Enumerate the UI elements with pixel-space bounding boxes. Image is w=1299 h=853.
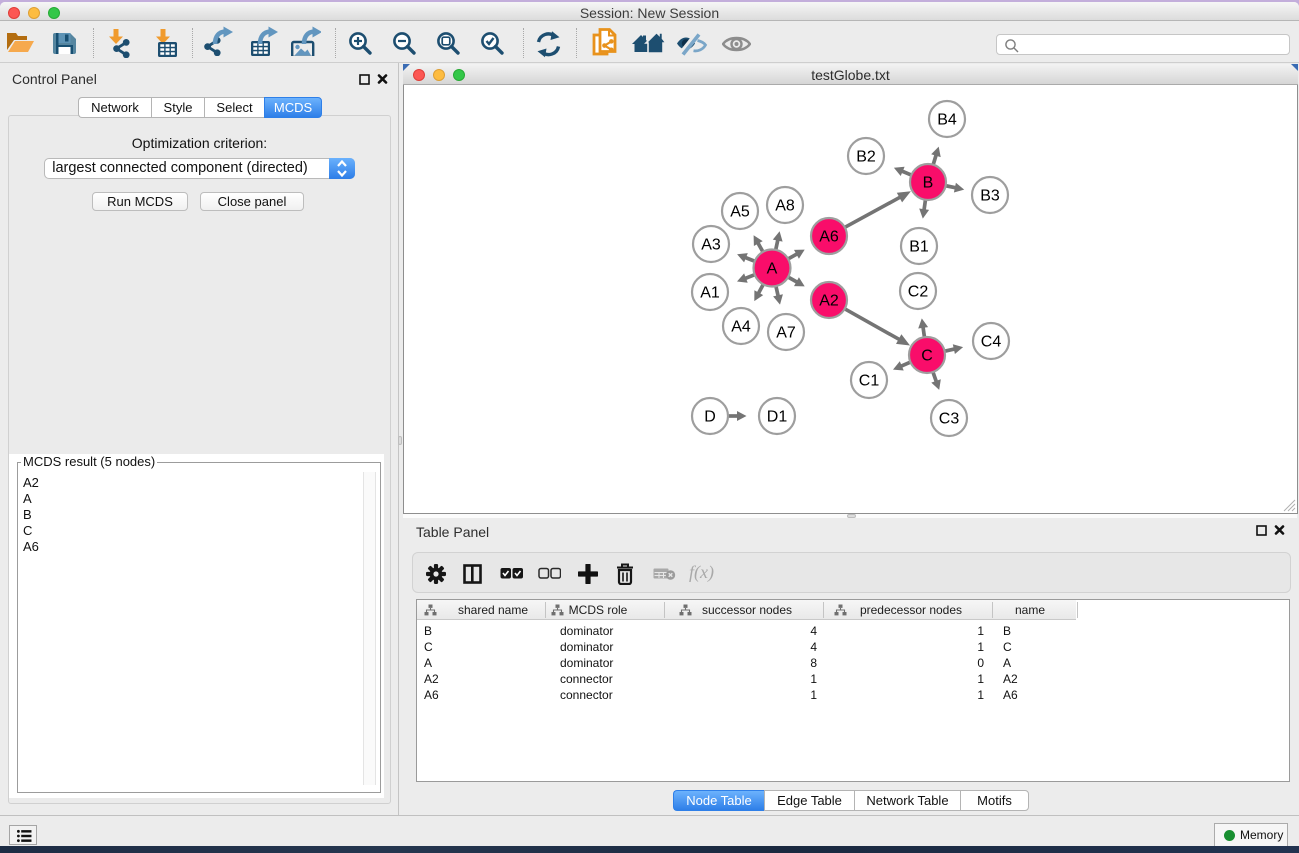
svg-text:C1: C1 [859, 373, 880, 390]
svg-text:A1: A1 [700, 285, 720, 302]
svg-text:C: C [921, 348, 933, 365]
svg-text:B3: B3 [980, 188, 1000, 205]
svg-text:D1: D1 [767, 409, 788, 426]
svg-text:A5: A5 [730, 204, 750, 221]
svg-text:A8: A8 [775, 198, 795, 215]
svg-text:C2: C2 [908, 284, 929, 301]
svg-text:A6: A6 [819, 229, 839, 246]
svg-text:B: B [923, 175, 934, 192]
svg-text:C3: C3 [939, 411, 960, 428]
svg-text:B4: B4 [937, 112, 957, 129]
svg-text:B2: B2 [856, 149, 876, 166]
svg-text:A3: A3 [701, 237, 721, 254]
svg-text:A7: A7 [776, 325, 796, 342]
svg-text:B1: B1 [909, 239, 929, 256]
svg-text:A: A [767, 261, 778, 278]
svg-text:D: D [704, 409, 716, 426]
svg-text:A2: A2 [819, 293, 839, 310]
svg-text:A4: A4 [731, 319, 751, 336]
svg-text:C4: C4 [981, 334, 1002, 351]
